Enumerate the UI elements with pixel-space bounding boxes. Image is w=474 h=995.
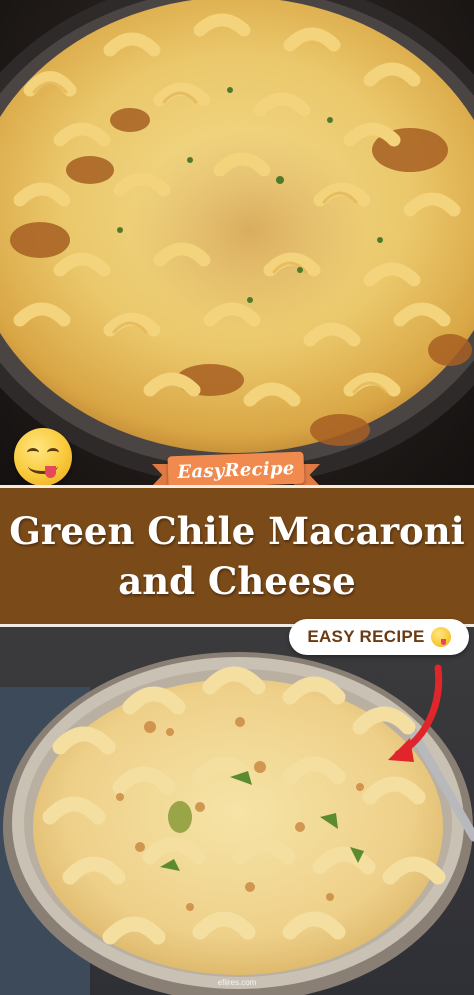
- skillet-mac-and-cheese-image: [0, 0, 474, 485]
- watermark: efiires.com: [217, 978, 257, 987]
- top-food-photo: [0, 0, 474, 485]
- title-line-1: Green Chile Macaroni: [9, 509, 465, 553]
- title-line-2: and Cheese: [118, 559, 356, 603]
- ribbon-label: EasyRecipe: [177, 457, 295, 483]
- easy-recipe-badge: EASY RECIPE: [289, 619, 469, 655]
- title-band: Green Chile Macaroni and Cheese: [0, 485, 474, 627]
- red-curved-arrow-icon: [388, 664, 443, 762]
- ribbon-body: EasyRecipe: [167, 451, 305, 489]
- face-savoring-food-icon: [14, 428, 72, 485]
- face-savoring-food-icon: [430, 627, 451, 647]
- badge-label: EASY RECIPE: [307, 627, 425, 646]
